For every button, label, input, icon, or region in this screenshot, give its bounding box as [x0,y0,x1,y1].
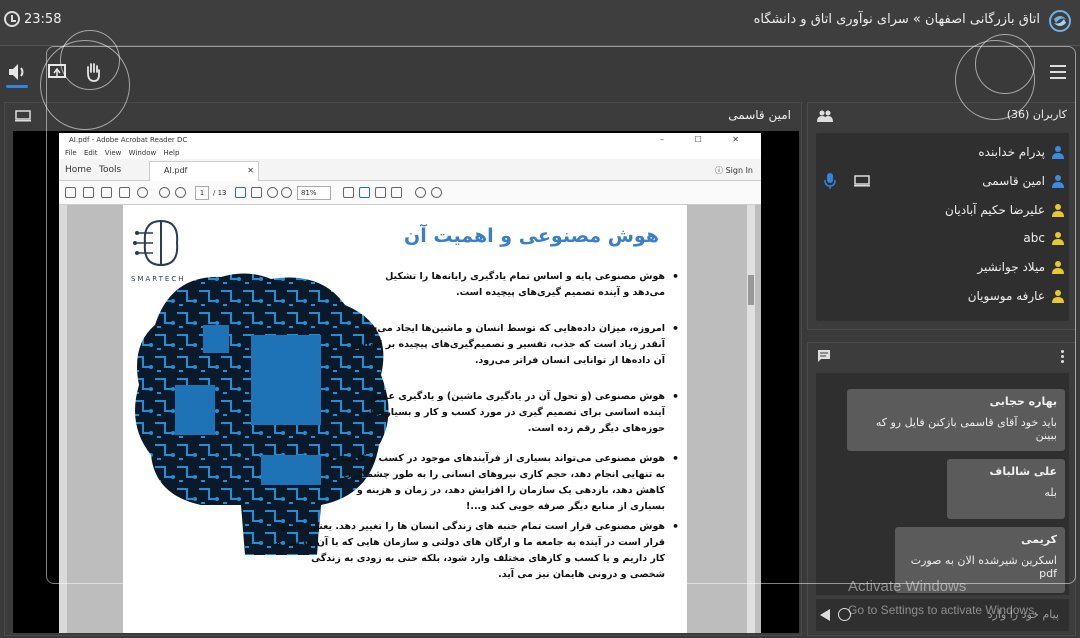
activation-watermark-sub: Go to Settings to activate Windows. [848,603,1038,617]
activation-watermark: Activate Windows [848,578,967,595]
logo-icon [1049,10,1071,32]
speaker-active-indicator [6,85,28,88]
monitor-icon [15,110,31,122]
breadcrumb: اتاق بازرگانی اصفهان » سرای نوآوری اتاق … [753,12,1040,27]
top-bar: 23:58 اتاق بازرگانی اصفهان » سرای نوآوری… [0,0,1080,46]
session-timer: 23:58 [24,12,62,27]
app-root: 23:58 اتاق بازرگانی اصفهان » سرای نوآوری… [0,0,1080,638]
send-icon[interactable] [820,609,830,621]
decor-frame [46,46,1076,584]
speaker-icon[interactable] [6,61,28,83]
clock-icon [4,11,20,27]
